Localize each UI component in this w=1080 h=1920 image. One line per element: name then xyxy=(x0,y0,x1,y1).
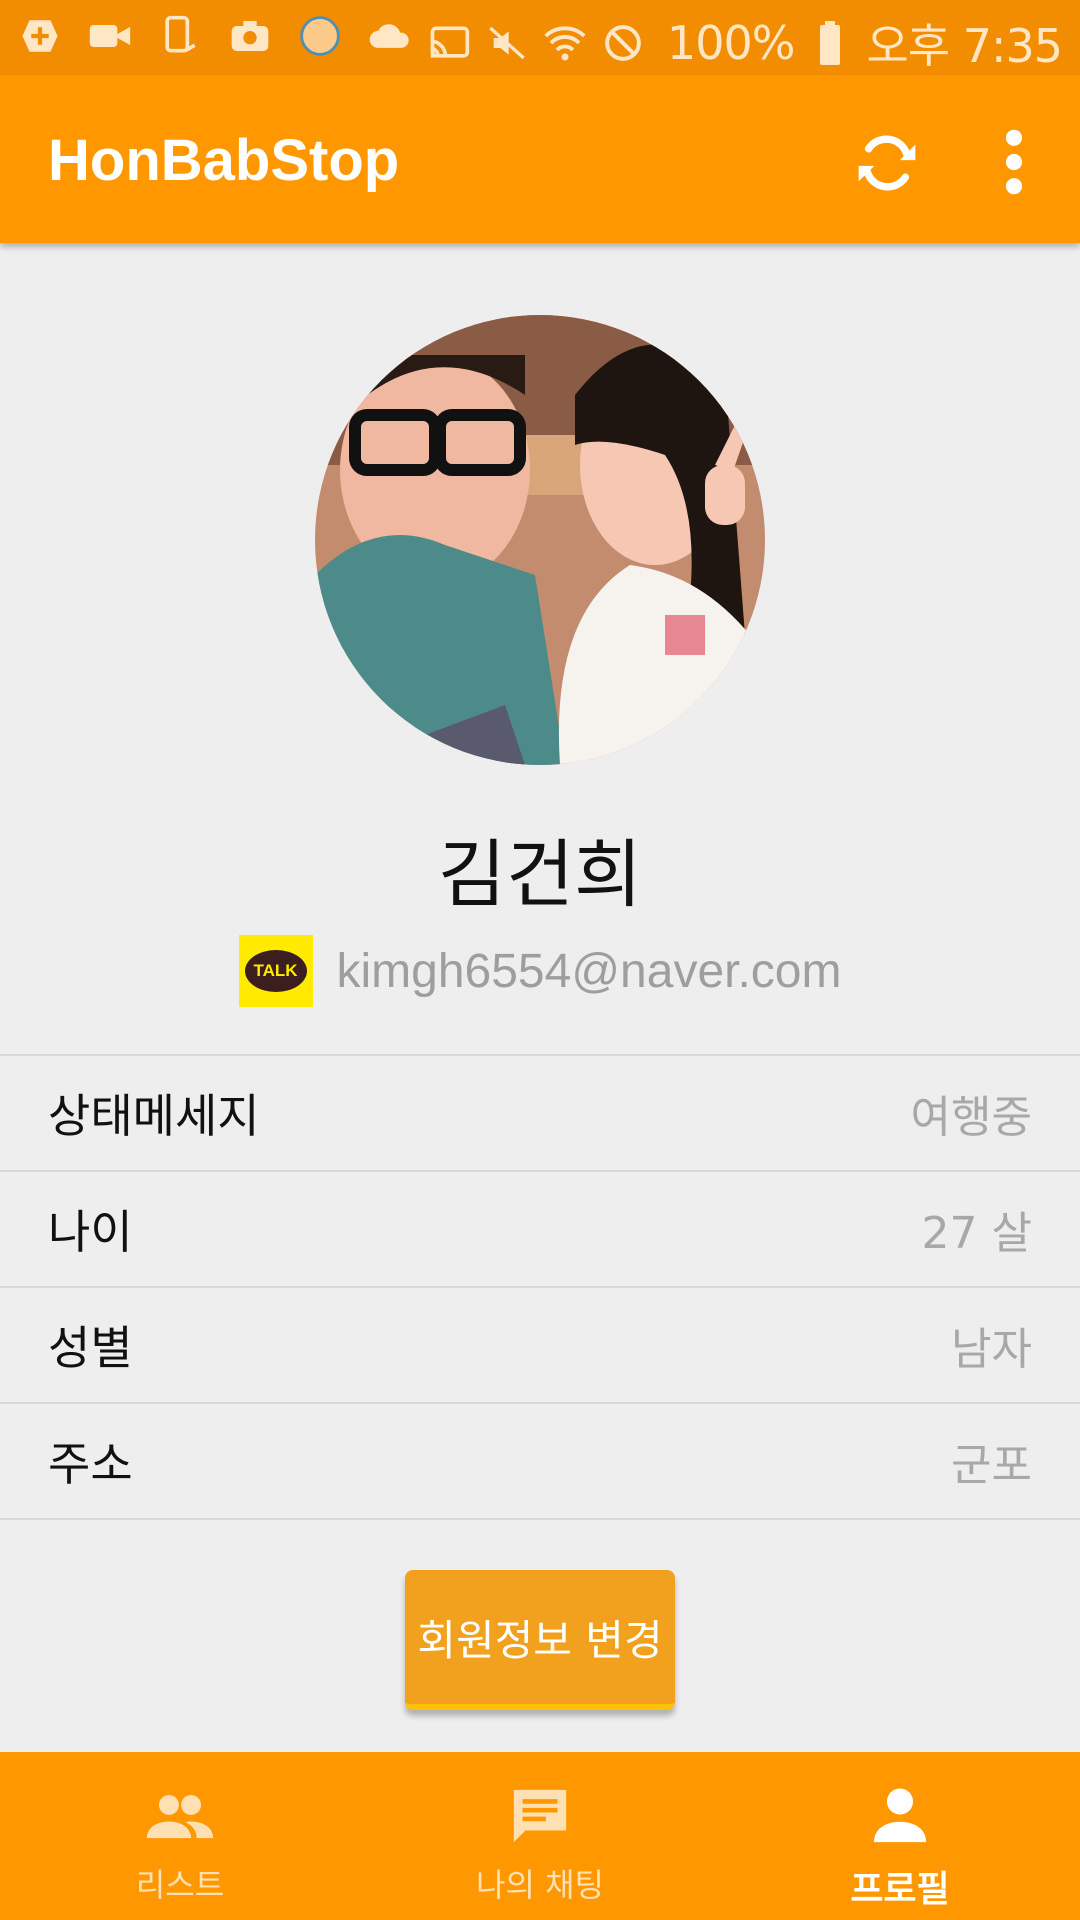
profile-photo[interactable] xyxy=(315,315,765,765)
email-text: kimgh6554@naver.com xyxy=(336,944,842,998)
status-bar: 100% 오후 7:35 xyxy=(0,0,1080,75)
wifi-icon xyxy=(543,21,587,65)
chat-icon xyxy=(504,1780,576,1852)
cloud-icon xyxy=(368,14,412,58)
row-label: 주소 xyxy=(48,1437,133,1491)
status-message-row: 상태메세지 여행중 xyxy=(0,1056,1080,1172)
row-label: 나이 xyxy=(48,1205,133,1259)
circle-app-icon xyxy=(298,14,342,58)
nav-tab-chat[interactable]: 나의 채팅 xyxy=(360,1752,720,1920)
bottom-navigation: 리스트 나의 채팅 프로필 xyxy=(0,1752,1080,1920)
address-row: 주소 군포 xyxy=(0,1404,1080,1520)
refresh-icon[interactable] xyxy=(853,129,921,197)
nav-label: 프로필 xyxy=(850,1869,950,1910)
nav-label: 리스트 xyxy=(135,1866,225,1904)
people-icon xyxy=(144,1780,216,1852)
row-value: 27 살 xyxy=(921,1208,1032,1259)
row-label: 상태메세지 xyxy=(48,1089,260,1143)
add-box-icon xyxy=(18,14,62,58)
battery-icon xyxy=(808,21,852,65)
mute-icon xyxy=(485,21,529,65)
talk-badge: TALK xyxy=(244,950,307,992)
row-value: 여행중 xyxy=(910,1092,1032,1143)
gender-row: 성별 남자 xyxy=(0,1288,1080,1404)
video-camera-icon xyxy=(88,14,132,58)
email-row: TALK kimgh6554@naver.com xyxy=(0,935,1080,1007)
battery-percent: 100% xyxy=(666,16,796,70)
age-row: 나이 27 살 xyxy=(0,1172,1080,1288)
camera-icon xyxy=(228,14,272,58)
nav-tab-list[interactable]: 리스트 xyxy=(0,1752,360,1920)
app-title: HonBabStop xyxy=(48,128,400,193)
kakaotalk-icon: TALK xyxy=(238,935,313,1007)
row-label: 성별 xyxy=(48,1321,133,1375)
nav-tab-profile[interactable]: 프로필 xyxy=(720,1752,1080,1920)
phone-rotate-icon xyxy=(158,14,202,58)
edit-profile-button[interactable]: 회원정보 변경 xyxy=(405,1570,675,1710)
person-icon xyxy=(864,1780,936,1852)
profile-name: 김건희 xyxy=(437,832,643,918)
more-vert-icon[interactable] xyxy=(1000,127,1028,197)
row-value: 남자 xyxy=(951,1324,1032,1375)
app-bar: HonBabStop xyxy=(0,75,1080,243)
nav-label: 나의 채팅 xyxy=(476,1866,604,1904)
cast-icon xyxy=(427,21,471,65)
row-value: 군포 xyxy=(951,1440,1032,1491)
clock: 오후 7:35 xyxy=(866,19,1063,73)
info-list: 상태메세지 여행중 나이 27 살 성별 남자 주소 군포 xyxy=(0,1054,1080,1520)
block-icon xyxy=(601,21,645,65)
